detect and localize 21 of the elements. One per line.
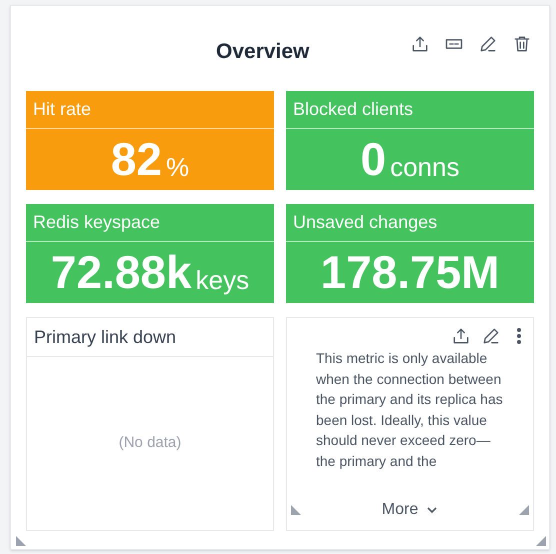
resize-handle-icon[interactable] bbox=[536, 536, 546, 546]
resize-handle-icon[interactable] bbox=[518, 504, 529, 514]
tile-label: Hit rate bbox=[26, 91, 274, 129]
card-title: Overview bbox=[216, 39, 310, 65]
resize-handle-icon[interactable] bbox=[291, 504, 301, 514]
tile-value: 82 bbox=[110, 132, 162, 187]
tile-unit: % bbox=[166, 151, 190, 184]
tile-value: 178.75M bbox=[320, 245, 500, 300]
description-text: This metric is only available when the connection between the primary and its replica has been lost. Ideally, this value should never exceed zero—the primary and the bbox=[316, 349, 504, 471]
chevron-down-icon bbox=[426, 506, 438, 514]
panel-title: Primary link down bbox=[27, 318, 273, 357]
tile-label: Unsaved changes bbox=[286, 204, 534, 242]
resize-handle-icon[interactable] bbox=[16, 536, 26, 546]
tile-label: Redis keyspace bbox=[26, 204, 274, 242]
tile-value: 0 bbox=[360, 132, 386, 187]
more-button[interactable]: More bbox=[382, 498, 438, 522]
tile-value: 72.88k bbox=[50, 245, 192, 300]
empty-message: (No data) bbox=[118, 433, 182, 454]
tile-unit: keys bbox=[196, 264, 250, 297]
tile-label: Blocked clients bbox=[286, 91, 534, 129]
tile-unit: conns bbox=[390, 151, 460, 184]
